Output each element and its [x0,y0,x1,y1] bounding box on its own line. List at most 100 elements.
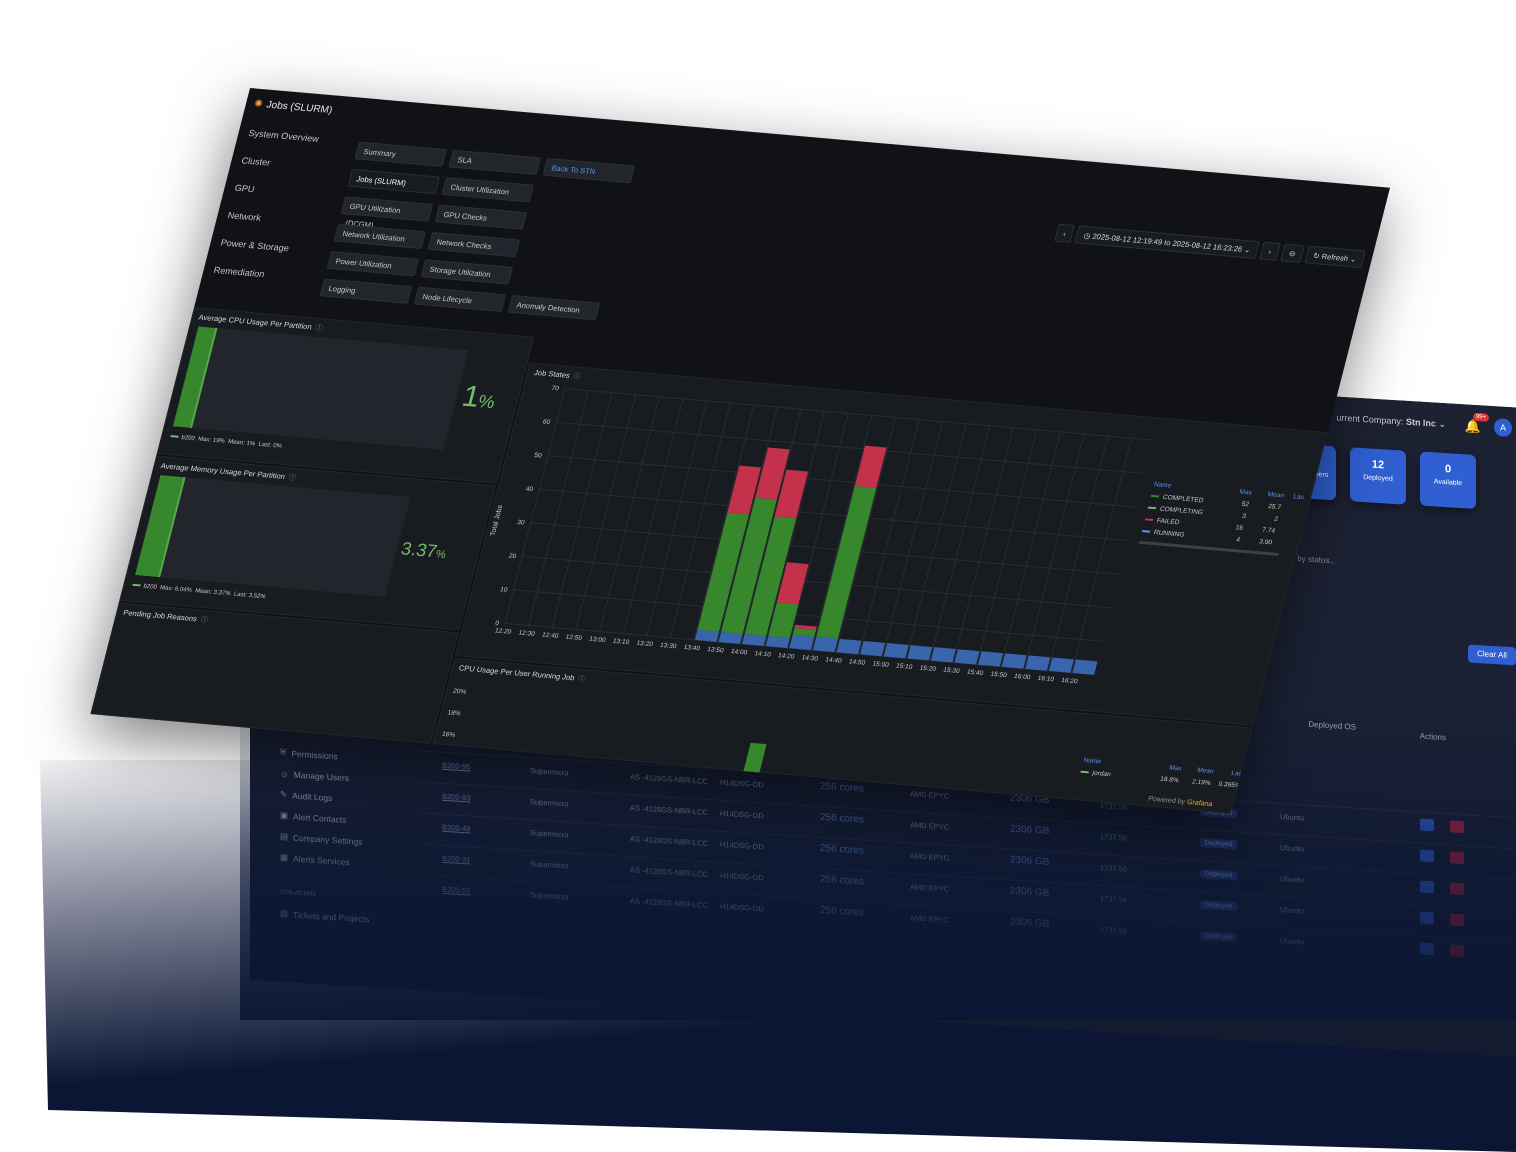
memory-cell: 2306 GB [1010,823,1050,837]
info-button[interactable] [1420,849,1434,863]
price-cell: 1737.56 [1100,893,1128,905]
grid-line [551,392,613,628]
cores-cell: 256 cores [820,904,864,919]
bar-running [930,647,956,663]
company-label: urrent Company: [1336,412,1404,427]
stat-card-available: 0 Available [1420,451,1476,509]
sidebar-item-label: Permissions [291,748,338,761]
delete-button[interactable] [1450,913,1464,927]
bar-running [742,633,767,646]
status-filter-input[interactable]: by status... [1297,554,1336,565]
legend-mean: 2 [1273,515,1279,523]
info-icon[interactable]: ⓘ [577,676,586,683]
cluster-utilization-button[interactable]: Cluster Utilization [441,177,535,203]
info-icon[interactable]: ⓘ [315,325,324,332]
grid-line [905,423,967,659]
cores-cell: 256 cores [820,842,864,857]
time-range-picker[interactable]: ◷ 2025-08-12 12:19:49 to 2025-08-12 16:2… [1074,225,1260,259]
legend-header-max[interactable]: Max [1225,487,1253,496]
cpu-cell: AMD EPYC [910,882,950,894]
y-tick-label: 30 [516,519,525,526]
grid-icon: ▦ [280,851,289,863]
grid-line [575,394,637,630]
jobs-slurm-button[interactable]: Jobs (SLURM) [347,168,441,195]
info-button[interactable] [1420,880,1434,894]
legend-header-mean[interactable]: Mean [1251,489,1285,499]
anomaly-detection-button[interactable]: Anomaly Detection [507,294,601,321]
server-sku-link[interactable]: B200-93 [442,792,470,803]
legend-swatch [1150,494,1160,498]
server-sku-link[interactable]: B200-48 [442,823,470,834]
delete-button[interactable] [1450,882,1464,896]
grid-line [564,388,1156,441]
x-tick-label: 15:20 [919,665,937,673]
gpu-checks-button[interactable]: GPU Checks [434,204,528,230]
chevron-right-icon[interactable]: › [1259,241,1281,261]
network-utilization-button[interactable]: Network Utilization [333,223,427,250]
bar-running [883,643,909,659]
zoom-out-icon[interactable]: ⊖ [1279,243,1305,263]
bell-icon[interactable]: 🔔 99+ [1465,412,1489,435]
network-checks-button[interactable]: Network Checks [427,231,521,258]
node-lifecycle-button[interactable]: Node Lifecycle [413,286,507,313]
grid-line [622,398,684,634]
info-button[interactable] [1420,818,1434,832]
cores-cell: 256 cores [820,811,864,826]
y-tick-label: 60 [542,419,551,426]
grafana-dashboard-panel: ✺ Jobs (SLURM) System Overview Cluster G… [90,88,1391,814]
server-sku-link[interactable]: B200-95 [442,761,470,772]
info-icon[interactable]: ⓘ [288,474,297,481]
bar-running [789,634,815,651]
summary-button[interactable]: Summary [354,141,448,167]
x-tick-label: 14:20 [777,652,795,660]
clear-all-button[interactable]: Clear All [1468,644,1516,666]
stat-number: 0 [1444,463,1452,476]
os-cell: Ubuntu [1280,935,1305,947]
bar-failed [854,445,887,488]
gauge-value: 3.37% [399,538,449,562]
legend-header-last[interactable]: Last [1213,768,1244,777]
x-tick-label: 14:30 [801,654,819,662]
info-button[interactable] [1420,911,1434,925]
legend-max: Max: 6.04% [159,585,193,594]
avatar[interactable]: A [1494,418,1512,438]
legend-header-last[interactable]: Las [1283,492,1305,501]
legend-header-max[interactable]: Max [1155,763,1182,772]
info-icon[interactable]: ⓘ [200,617,209,624]
x-tick-label: 13:30 [659,642,677,650]
sla-button[interactable]: SLA [448,149,542,176]
legend-header-mean[interactable]: Mean [1181,765,1215,774]
power-utilization-button[interactable]: Power Utilization [326,251,420,277]
gauge-unit: % [434,548,448,561]
memory-cell: 2306 GB [1010,916,1050,930]
legend-max: 4 [1235,535,1241,544]
delete-button[interactable] [1450,820,1464,834]
current-company-selector[interactable]: urrent Company: Stn Inc ⌄ [1336,412,1446,430]
delete-button[interactable] [1450,944,1464,958]
x-tick-label: 15:30 [942,667,960,675]
storage-utilization-button[interactable]: Storage Utilization [420,259,514,285]
x-tick-label: 16:00 [1013,673,1031,681]
y-tick-label: 16% [441,730,456,739]
grid-line [530,522,1121,575]
cpu-user-bar [743,742,767,774]
back-to-stn-link[interactable]: Back To STN [542,157,636,184]
panel-title: Pending Job Reasons ⓘ [122,608,209,625]
legend-last: Last: 0% [257,441,283,450]
bar-running [765,636,790,649]
x-tick-label: 14:40 [824,656,842,664]
refresh-button[interactable]: ↻ Refresh ⌄ [1304,245,1366,269]
logging-button[interactable]: Logging [319,278,413,304]
server-sku-link[interactable]: B200-52 [442,885,470,896]
delete-button[interactable] [1450,851,1464,865]
gpu-utilization-button[interactable]: GPU Utilization (DCGM) [340,196,434,230]
admin-topbar: urrent Company: Stn Inc ⌄ 🔔 99+ A [1336,396,1516,447]
chevron-left-icon[interactable]: ‹ [1054,223,1076,243]
sidebar-item-label: Alert Contacts [293,811,347,825]
job-states-legend: Name Max Mean Las COMPLETED 52 25.7 COMPLE… [1138,478,1306,557]
vendor-cell: Supermicro [530,890,569,902]
bar-running [1001,653,1027,669]
info-button[interactable] [1420,942,1434,956]
server-sku-link[interactable]: B200-31 [442,854,470,865]
grafana-logo-icon: ✺ [252,98,264,110]
